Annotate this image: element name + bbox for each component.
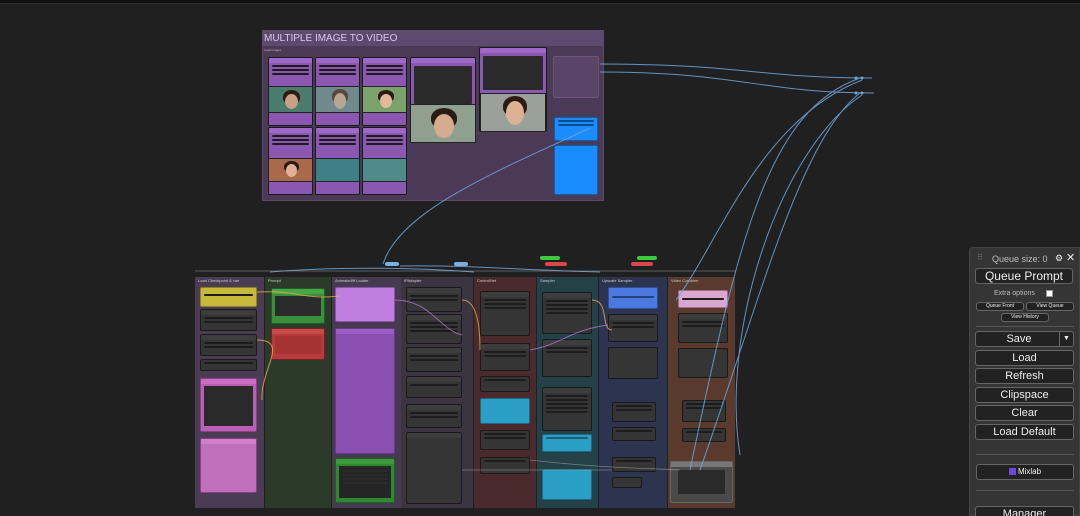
image-thumbnail-5	[315, 158, 360, 182]
red-reroute-1[interactable]	[545, 262, 567, 266]
extra-options-label: Extra options	[994, 290, 1035, 297]
controlnet-loader-node[interactable]	[480, 291, 530, 336]
ipadapter-model-loader-node[interactable]	[406, 287, 462, 312]
drag-handle-icon[interactable]: ⠿	[977, 253, 983, 262]
queue-front-button[interactable]: Queue Front	[976, 302, 1024, 311]
panel-separator-3	[976, 490, 1074, 491]
negative-prompt-node[interactable]	[271, 328, 325, 360]
green-reroute-1[interactable]	[540, 256, 560, 260]
group-label-controlnet: ControlNet	[477, 278, 497, 283]
top-menu-strip	[0, 0, 1080, 4]
cyan-sampler-node-2[interactable]	[542, 469, 592, 500]
close-icon[interactable]: ✕	[1066, 251, 1075, 264]
upscale-model-node[interactable]	[608, 287, 658, 309]
green-reroute-2[interactable]	[637, 256, 657, 260]
upscale-params-node-4[interactable]	[612, 477, 642, 488]
group-subtitle: Load Images	[264, 48, 282, 52]
clear-button[interactable]: Clear	[975, 405, 1074, 421]
animatediff-settings-node[interactable]	[335, 328, 395, 454]
upscale-params-node-3[interactable]	[612, 457, 656, 472]
pink-note-node[interactable]	[200, 438, 257, 493]
panel-separator-2	[976, 454, 1074, 455]
image-thumbnail-6	[362, 158, 407, 182]
positive-prompt-node[interactable]	[271, 288, 325, 324]
video-combine-node-4[interactable]	[682, 428, 726, 442]
blue-parameter-node-1[interactable]	[554, 117, 598, 141]
ipadapter-apply-node-3[interactable]	[406, 404, 462, 428]
load-button[interactable]: Load	[975, 350, 1074, 366]
blue-reroute-2[interactable]	[454, 262, 468, 266]
cyan-preview-node[interactable]	[480, 398, 530, 424]
red-reroute-2[interactable]	[631, 262, 653, 266]
controlnet-bottom-node[interactable]	[480, 457, 530, 474]
group-label-prompt: Prompt	[268, 278, 281, 283]
clipspace-button[interactable]: Clipspace	[975, 387, 1074, 403]
group-label-animatediff: Animatediff Loader	[335, 278, 369, 283]
latent-node[interactable]	[542, 387, 592, 431]
controlnet-apply-node[interactable]	[480, 343, 530, 371]
controlnet-preprocessor-node[interactable]	[480, 376, 530, 392]
group-label-sampler: Sampler	[540, 278, 555, 283]
animatediff-loader-node[interactable]	[335, 287, 395, 322]
upscale-sampler-node[interactable]	[608, 314, 658, 342]
controlnet-extra-node[interactable]	[480, 430, 530, 450]
queue-size-label: Queue size: 0	[992, 254, 1048, 264]
view-queue-button[interactable]: View Queue	[1026, 302, 1074, 311]
cyan-sampler-node-1[interactable]	[542, 434, 592, 452]
upscale-params-node-2[interactable]	[612, 427, 656, 441]
panel-separator-1	[976, 326, 1074, 327]
checkpoint-loader-node[interactable]	[200, 287, 257, 307]
load-default-button[interactable]: Load Default	[975, 424, 1074, 440]
image-thumbnail-4	[268, 158, 313, 182]
video-combine-header-node[interactable]	[678, 290, 728, 308]
group-title: MULTIPLE IMAGE TO VIDEO	[264, 33, 398, 44]
image-preview-large-1	[410, 104, 476, 143]
ipadapter-apply-node-4[interactable]	[406, 432, 462, 504]
refresh-button[interactable]: Refresh	[975, 368, 1074, 384]
clip-vision-loader-node[interactable]	[406, 314, 462, 344]
image-thumbnail-1	[268, 86, 313, 113]
pink-settings-node[interactable]	[200, 378, 257, 432]
save-button-label: Save	[1006, 333, 1032, 345]
clip-set-layer-node[interactable]	[200, 359, 257, 371]
manager-button[interactable]: Manager	[975, 506, 1074, 516]
animatediff-context-node[interactable]	[335, 458, 395, 503]
gear-icon[interactable]: ⚙	[1055, 253, 1063, 264]
lora-loader-node[interactable]	[200, 334, 257, 356]
image-preview-large-2	[480, 93, 546, 132]
ipadapter-apply-node-1[interactable]	[406, 347, 462, 372]
group-upscale-sampler[interactable]: Upscale Sampler	[599, 277, 667, 508]
blue-parameter-node-2[interactable]	[554, 145, 598, 195]
save-dropdown-arrow[interactable]: ▼	[1059, 332, 1073, 346]
video-combine-node-1[interactable]	[678, 313, 728, 343]
view-history-button[interactable]: View History	[1001, 313, 1049, 322]
extra-options-checkbox[interactable]	[1046, 290, 1053, 297]
group-label-checkpoint: Load Checkpoint & vae	[198, 278, 240, 283]
video-output-node[interactable]	[670, 461, 733, 503]
vae-decode-node[interactable]	[542, 339, 592, 377]
upscale-params-node-1[interactable]	[612, 402, 656, 422]
group-label-ipadapter: IPAdapter	[404, 278, 422, 283]
blue-reroute-1[interactable]	[385, 262, 399, 266]
save-button[interactable]: Save ▼	[975, 331, 1074, 347]
video-combine-node-2[interactable]	[678, 348, 728, 378]
mixlab-label: Mixlab	[1017, 467, 1042, 476]
video-combine-node-3[interactable]	[682, 400, 726, 422]
ksampler-node[interactable]	[542, 292, 592, 334]
queue-panel-header: ⠿ Queue size: 0 ⚙ ✕	[970, 248, 1080, 268]
image-thumbnail-3	[362, 86, 407, 113]
vae-loader-node[interactable]	[200, 309, 257, 331]
reroute-collector-node[interactable]	[553, 56, 599, 98]
image-thumbnail-2	[315, 86, 360, 113]
group-label-upscale: Upscale Sampler	[602, 278, 633, 283]
queue-prompt-button[interactable]: Queue Prompt	[975, 268, 1073, 284]
mixlab-button[interactable]: Mixlab	[976, 464, 1074, 480]
group-label-video: Video Combine	[671, 278, 699, 283]
ipadapter-apply-node-2[interactable]	[406, 376, 462, 398]
mixlab-logo-icon	[1008, 468, 1016, 476]
upscale-decode-node[interactable]	[608, 347, 658, 379]
